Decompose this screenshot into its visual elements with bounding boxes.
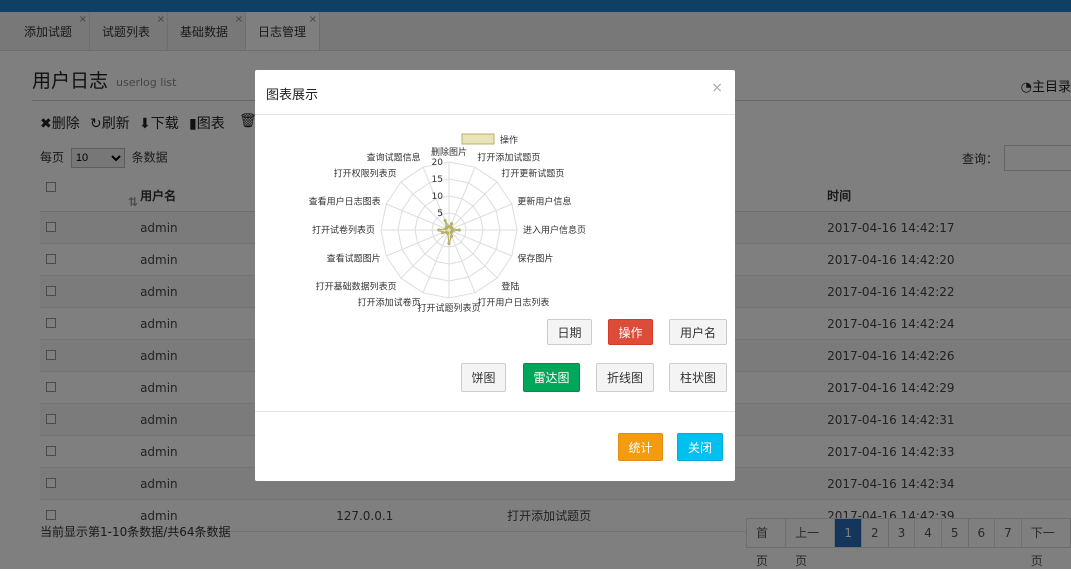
radial-tick-label: 20 — [432, 158, 444, 168]
field-date-button[interactable]: 日期 — [547, 319, 592, 345]
radial-tick-label: 15 — [432, 175, 443, 185]
radar-category-label: 打开试卷列表页 — [312, 224, 375, 236]
divider — [255, 411, 735, 412]
radar-category-label: 进入用户信息页 — [523, 224, 586, 236]
radar-chart-button[interactable]: 雷达图 — [523, 363, 580, 392]
radar-category-label: 打开更新试题页 — [501, 168, 564, 180]
legend-label: 操作 — [500, 134, 518, 146]
bar-chart-button[interactable]: 柱状图 — [669, 363, 727, 392]
radar-category-label: 更新用户信息 — [517, 196, 571, 208]
legend-swatch — [461, 133, 495, 145]
radar-data-point — [450, 234, 454, 238]
radar-data-point — [457, 228, 461, 232]
radar-spoke — [448, 229, 498, 279]
pie-chart-button[interactable]: 饼图 — [461, 363, 506, 392]
radar-data-point — [449, 230, 454, 235]
radial-tick-label: 5 — [437, 209, 443, 219]
radar-category-label: 打开添加试题页 — [477, 152, 540, 164]
modal-title: 图表展示 — [266, 88, 319, 103]
statistics-button[interactable]: 统计 — [618, 433, 663, 461]
radar-category-label: 打开用户日志列表 — [477, 296, 549, 308]
radar-data-point — [444, 225, 449, 230]
field-user-button[interactable]: 用户名 — [669, 319, 727, 345]
radar-category-label: 打开试题列表页 — [417, 302, 480, 314]
radar-category-label: 登陆 — [501, 280, 519, 292]
radar-category-label: 查看试题图片 — [327, 252, 381, 264]
radar-data-point — [441, 231, 445, 235]
radar-category-label: 查询试题信息 — [367, 152, 421, 164]
radar-spoke — [400, 181, 450, 231]
radar-spoke — [400, 229, 450, 279]
radar-data-point — [437, 228, 441, 232]
radar-data-point — [443, 218, 447, 223]
radar-category-label: 打开基础数据列表页 — [316, 280, 397, 292]
radar-category-label: 保存图片 — [517, 252, 553, 264]
radar-data-point — [444, 230, 449, 235]
line-chart-button[interactable]: 折线图 — [596, 363, 654, 392]
radar-category-label: 查看用户日志图表 — [309, 196, 381, 208]
close-button[interactable]: 关闭 — [677, 433, 723, 461]
field-action-button[interactable]: 操作 — [608, 319, 653, 345]
radar-data-point — [450, 222, 454, 226]
radar-data-point — [447, 242, 451, 246]
radar-spoke — [448, 181, 498, 231]
radar-category-label: 删除图片 — [431, 146, 467, 158]
radial-tick-label: 10 — [432, 192, 444, 202]
close-icon[interactable]: × — [711, 80, 723, 96]
radar-category-label: 打开添加试卷页 — [358, 296, 421, 308]
chart-modal: 图表展示 × 5 10 15 20 删除图片 打开添加试题页打开更新试题页更新用户信息进入… — [255, 70, 735, 481]
radar-category-label: 打开权限列表页 — [334, 168, 397, 180]
radar-chart: 5 10 15 20删除图片打开添加试题页打开更新试题页更新用户信息进入用户信息页保存… — [309, 133, 586, 314]
